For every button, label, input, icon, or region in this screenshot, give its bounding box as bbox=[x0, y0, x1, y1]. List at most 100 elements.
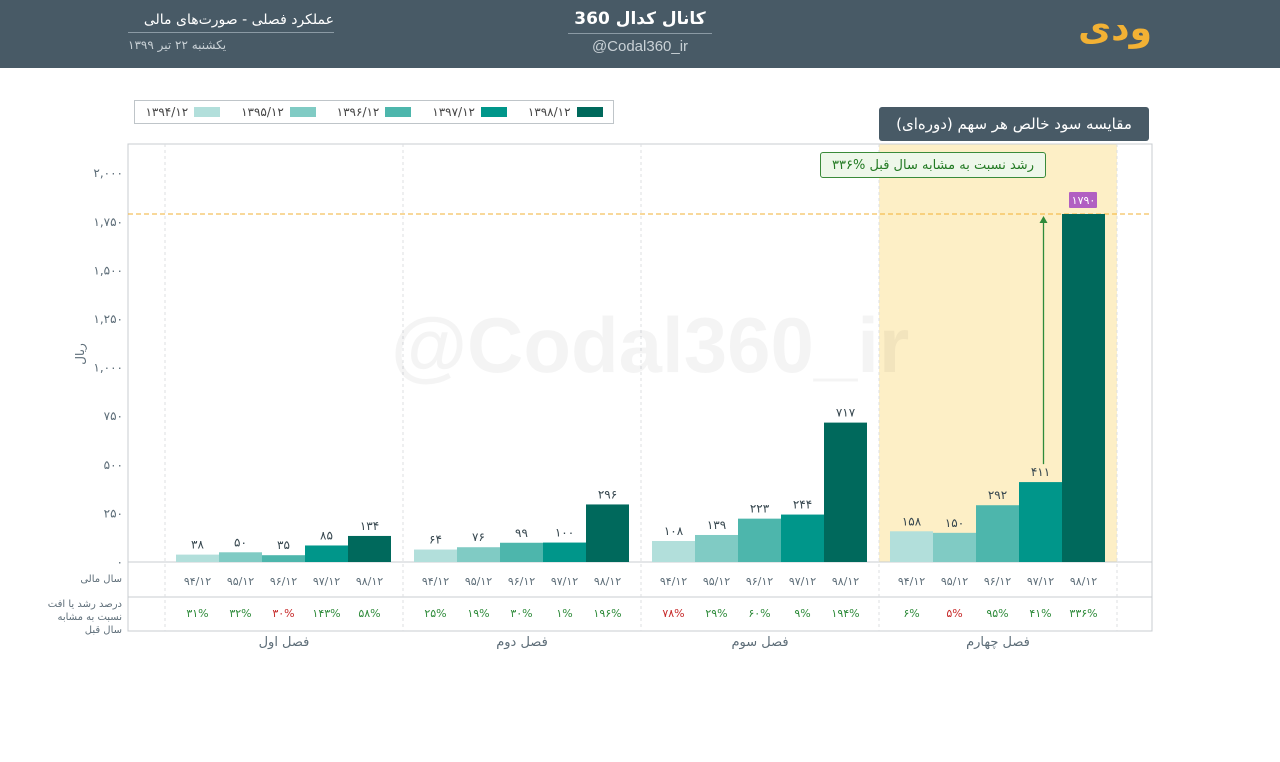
bar-value-label: ۲۹۲ bbox=[988, 488, 1007, 502]
bar-value-label: ۳۵ bbox=[277, 538, 290, 552]
growth-percent-label: ۱% bbox=[556, 607, 572, 620]
bar-value-label: ۱۷۹۰ bbox=[1072, 194, 1096, 207]
bar-value-label: ۶۴ bbox=[429, 533, 442, 547]
fiscal-year-label: ۹۸/۱۲ bbox=[594, 575, 621, 588]
growth-callout: ۳۳۶% رشد نسبت به مشابه سال قبل bbox=[820, 152, 1046, 178]
bar-value-label: ۵۰ bbox=[234, 535, 247, 549]
growth-percent-label: ۳۳۶% bbox=[1069, 607, 1097, 620]
bar-value-label: ۳۸ bbox=[191, 538, 204, 552]
y-axis-label: ریال bbox=[73, 343, 88, 365]
row-label-year: سال مالی bbox=[80, 574, 122, 585]
growth-percent-label: ۳۱% bbox=[186, 607, 208, 620]
bar bbox=[305, 545, 348, 562]
fiscal-year-label: ۹۵/۱۲ bbox=[227, 575, 254, 588]
bar bbox=[652, 541, 695, 562]
bar-value-label: ۱۳۴ bbox=[360, 519, 379, 533]
growth-percent-label: ۵% bbox=[946, 607, 962, 620]
bar-value-label: ۹۹ bbox=[515, 526, 528, 540]
growth-percent-label: ۱۹۶% bbox=[593, 607, 621, 620]
y-tick-label: ۵۰۰ bbox=[104, 458, 123, 472]
growth-percent-label: ۱۹۴% bbox=[831, 607, 859, 620]
bar bbox=[695, 534, 738, 562]
bar bbox=[976, 505, 1019, 562]
fiscal-year-label: ۹۴/۱۲ bbox=[184, 575, 211, 588]
y-tick-label: ۱,۰۰۰ bbox=[93, 361, 123, 375]
bar bbox=[348, 535, 391, 562]
growth-percent-label: ۳۰% bbox=[272, 607, 294, 620]
fiscal-year-label: ۹۴/۱۲ bbox=[898, 575, 925, 588]
bar bbox=[781, 514, 824, 562]
bar-value-label: ۱۵۸ bbox=[902, 514, 922, 528]
bar bbox=[738, 518, 781, 562]
fiscal-year-label: ۹۵/۱۲ bbox=[703, 575, 730, 588]
bar-value-label: ۱۳۹ bbox=[707, 518, 726, 532]
growth-percent-label: ۲۵% bbox=[424, 607, 446, 620]
fiscal-year-label: ۹۴/۱۲ bbox=[422, 575, 449, 588]
fiscal-year-label: ۹۸/۱۲ bbox=[1070, 575, 1097, 588]
bar bbox=[219, 552, 262, 562]
growth-percent-label: ۳۰% bbox=[510, 607, 532, 620]
category-label: فصل سوم bbox=[731, 635, 788, 650]
growth-percent-label: ۴۱% bbox=[1029, 607, 1051, 620]
fiscal-year-label: ۹۶/۱۲ bbox=[508, 575, 535, 588]
y-tick-label: ۲,۰۰۰ bbox=[93, 166, 123, 180]
growth-percent-label: ۲۹% bbox=[705, 607, 727, 620]
fiscal-year-label: ۹۸/۱۲ bbox=[832, 575, 859, 588]
growth-percent-label: ۱۹% bbox=[467, 607, 489, 620]
fiscal-year-label: ۹۵/۱۲ bbox=[941, 575, 968, 588]
fiscal-year-label: ۹۶/۱۲ bbox=[746, 575, 773, 588]
y-tick-label: ۱,۲۵۰ bbox=[93, 312, 123, 326]
bar-value-label: ۱۰۰ bbox=[555, 526, 574, 540]
fiscal-year-label: ۹۶/۱۲ bbox=[984, 575, 1011, 588]
y-tick-label: ۱,۵۰۰ bbox=[93, 263, 123, 277]
bar bbox=[1019, 482, 1062, 562]
fiscal-year-label: ۹۷/۱۲ bbox=[313, 575, 340, 588]
fiscal-year-label: ۹۴/۱۲ bbox=[660, 575, 687, 588]
row-label-growth: سال قبل bbox=[85, 625, 122, 636]
bar-value-label: ۲۹۶ bbox=[598, 487, 617, 501]
fiscal-year-label: ۹۶/۱۲ bbox=[270, 575, 297, 588]
growth-percent-label: ۹% bbox=[794, 607, 810, 620]
bar bbox=[890, 531, 933, 562]
bar bbox=[824, 422, 867, 562]
y-tick-label: ۰ bbox=[117, 555, 123, 569]
growth-percent-label: ۶% bbox=[903, 607, 919, 620]
bar-value-label: ۷۱۷ bbox=[836, 406, 856, 420]
fiscal-year-label: ۹۸/۱۲ bbox=[356, 575, 383, 588]
category-label: فصل چهارم bbox=[966, 635, 1030, 650]
bar bbox=[457, 547, 500, 562]
growth-percent-label: ۹۵% bbox=[986, 607, 1008, 620]
bar-value-label: ۱۰۸ bbox=[664, 524, 684, 538]
bar-value-label: ۷۶ bbox=[472, 530, 485, 544]
growth-percent-label: ۱۴۳% bbox=[312, 607, 340, 620]
fiscal-year-label: ۹۷/۱۲ bbox=[551, 575, 578, 588]
bar-value-label: ۲۲۳ bbox=[750, 502, 770, 516]
bar-value-label: ۲۴۴ bbox=[793, 498, 812, 512]
y-tick-label: ۲۵۰ bbox=[104, 506, 123, 520]
bar bbox=[262, 555, 305, 562]
fiscal-year-label: ۹۷/۱۲ bbox=[789, 575, 816, 588]
bar bbox=[176, 554, 219, 562]
bar bbox=[543, 542, 586, 562]
bar-value-label: ۱۵۰ bbox=[945, 516, 964, 530]
row-label-growth: درصد رشد یا افت bbox=[48, 599, 122, 610]
y-tick-label: ۷۵۰ bbox=[104, 409, 123, 423]
bar bbox=[1062, 213, 1105, 562]
bar-value-label: ۴۱۱ bbox=[1031, 465, 1050, 479]
y-tick-label: ۱,۷۵۰ bbox=[93, 215, 123, 229]
fiscal-year-label: ۹۷/۱۲ bbox=[1027, 575, 1054, 588]
bar bbox=[586, 504, 629, 562]
fiscal-year-label: ۹۵/۱۲ bbox=[465, 575, 492, 588]
category-label: فصل اول bbox=[259, 635, 310, 650]
row-label-growth: نسبت به مشابه bbox=[57, 612, 122, 623]
growth-percent-label: ۵۸% bbox=[358, 607, 380, 620]
growth-percent-label: ۶۰% bbox=[748, 607, 770, 620]
category-label: فصل دوم bbox=[496, 635, 548, 650]
bar-value-label: ۸۵ bbox=[320, 528, 333, 542]
growth-percent-label: ۷۸% bbox=[662, 607, 684, 620]
chart-canvas: ۰ ۲۵۰ ۵۰۰ ۷۵۰ ۱,۰۰۰ ۱,۲۵۰ ۱,۵۰۰ ۱,۷۵۰ ۲,۰۰۰ ریال ۳… bbox=[48, 143, 1153, 650]
bar bbox=[933, 532, 976, 562]
bar bbox=[414, 549, 457, 562]
bar bbox=[500, 542, 543, 562]
growth-percent-label: ۳۲% bbox=[229, 607, 251, 620]
